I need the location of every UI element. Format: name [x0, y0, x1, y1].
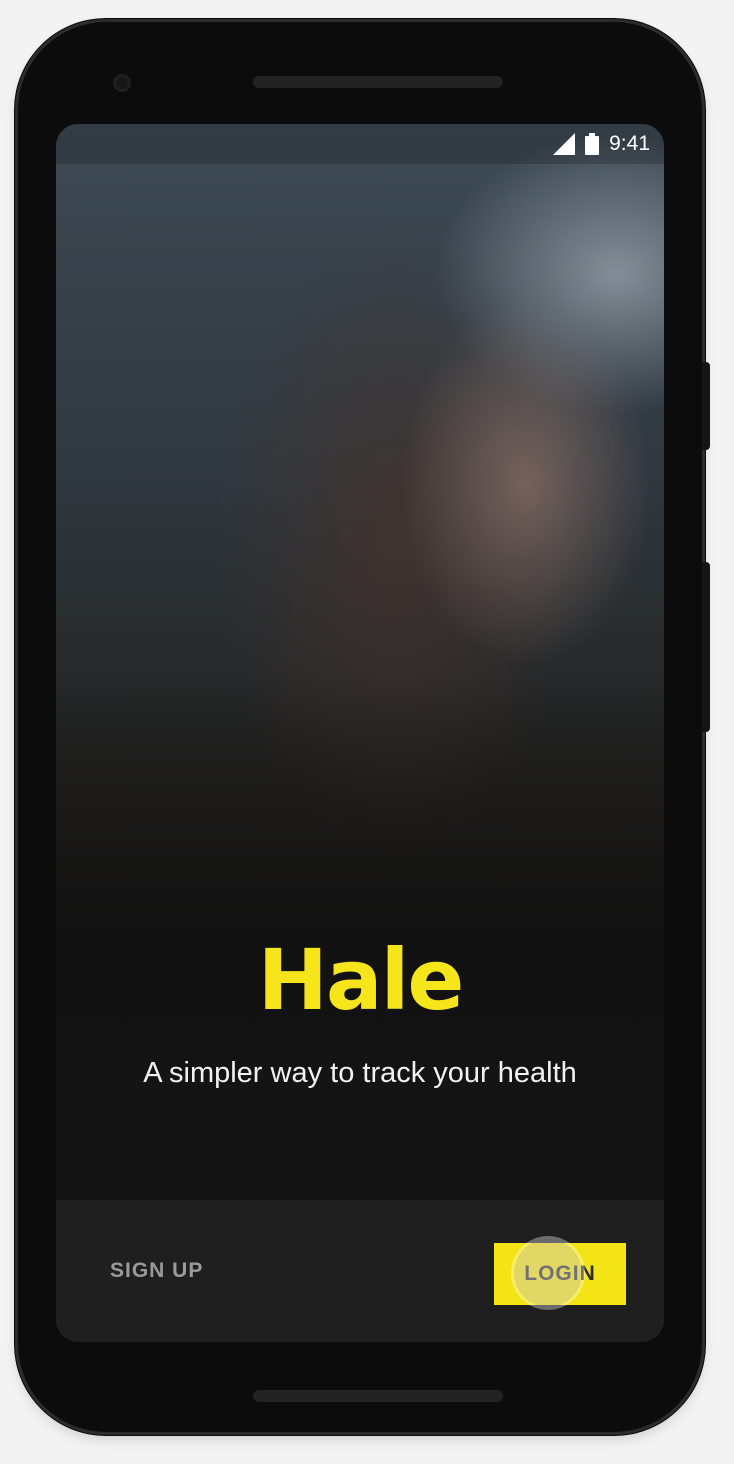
auth-action-bar: SIGN UP LOGIN	[56, 1200, 664, 1342]
volume-button	[702, 562, 710, 732]
phone-screen: 9:41 Hale A simpler way to track your he…	[56, 124, 664, 1342]
status-time: 9:41	[609, 132, 650, 155]
hero-gradient-overlay	[56, 124, 664, 1342]
power-button	[702, 362, 710, 450]
tagline: A simpler way to track your health	[143, 1057, 577, 1089]
brand-logo-container: Hale	[56, 930, 664, 1030]
status-bar: 9:41	[56, 124, 664, 164]
status-indicators: 9:41	[553, 132, 650, 156]
brand-logo: Hale	[257, 931, 465, 1029]
touch-indicator	[514, 1239, 582, 1307]
front-camera	[113, 74, 131, 92]
bottom-speaker	[253, 1390, 503, 1402]
battery-icon	[585, 133, 600, 155]
top-speaker	[253, 76, 503, 88]
sign-up-button[interactable]: SIGN UP	[96, 1250, 217, 1292]
signal-icon	[553, 133, 576, 155]
